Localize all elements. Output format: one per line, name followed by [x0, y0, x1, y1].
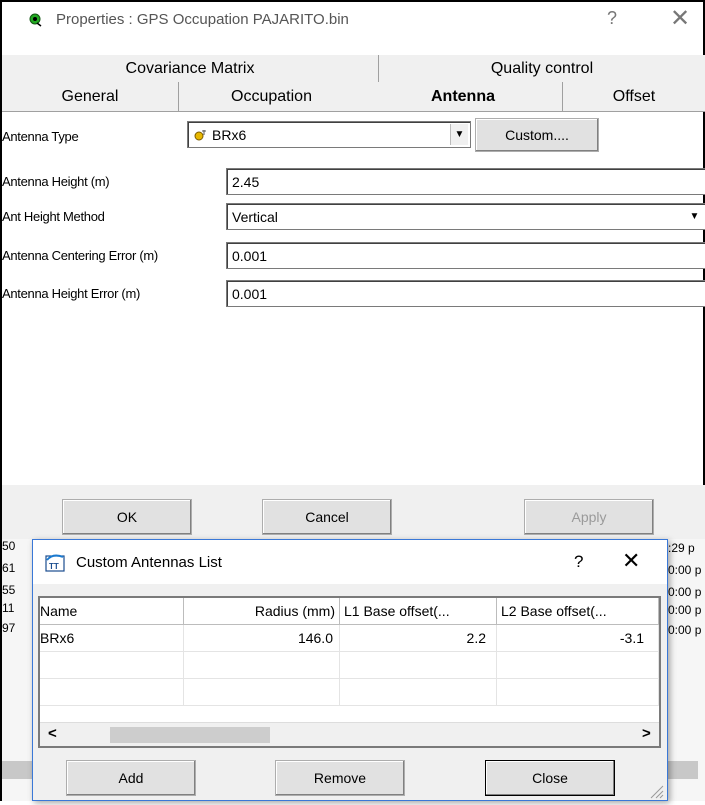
antenna-type-label: Antenna Type	[2, 129, 79, 144]
column-header-l1-offset[interactable]: L1 Base offset(...	[340, 598, 497, 625]
empty-cell	[497, 679, 659, 706]
tab-offset[interactable]: Offset	[562, 82, 705, 111]
gps-occupation-icon	[28, 13, 42, 27]
title-bar: Properties : GPS Occupation PAJARITO.bin…	[2, 2, 703, 38]
horizontal-scrollbar[interactable]: < >	[40, 722, 659, 746]
bg-fragment: 0:00 p	[668, 623, 702, 637]
chevron-down-icon[interactable]: ▼	[686, 206, 703, 227]
antenna-list-icon: TT	[45, 552, 65, 572]
bg-fragment: 0:00 p	[668, 585, 702, 599]
bg-scrollbar	[2, 761, 32, 779]
antenna-height-label: Antenna Height (m)	[2, 174, 110, 189]
bg-fragment: 97	[2, 621, 16, 635]
custom-dialog-title-bar: TT Custom Antennas List ? ✕	[33, 540, 667, 584]
window-title: Properties : GPS Occupation PAJARITO.bin	[56, 11, 349, 28]
close-button[interactable]: Close	[485, 760, 615, 796]
scrollbar-thumb[interactable]	[110, 727, 270, 743]
scroll-right-icon[interactable]: >	[642, 725, 651, 742]
background-window-right: :29 p 0:00 p 0:00 p 0:00 p 0:00 p	[668, 539, 705, 801]
cell-radius[interactable]: 146.0	[184, 625, 340, 652]
empty-cell	[40, 679, 184, 706]
empty-cell	[497, 652, 659, 679]
resize-grip-icon[interactable]	[647, 782, 665, 800]
custom-dialog-title: Custom Antennas List	[76, 554, 222, 571]
cancel-button[interactable]: Cancel	[262, 499, 392, 535]
add-button[interactable]: Add	[66, 760, 196, 796]
ant-height-method-label: Ant Height Method	[2, 209, 105, 224]
tab-general[interactable]: General	[2, 82, 178, 111]
custom-button[interactable]: Custom....	[475, 118, 599, 152]
scroll-left-icon[interactable]: <	[48, 725, 57, 742]
bg-fragment: :29 p	[668, 541, 695, 555]
svg-text:TT: TT	[49, 562, 59, 571]
dialog-button-bar: OK Cancel Apply	[2, 485, 705, 539]
chevron-down-icon[interactable]: ▼	[450, 124, 468, 145]
bg-fragment: 0:00 p	[668, 603, 702, 617]
cell-l2-offset[interactable]: -3.1	[497, 625, 659, 652]
help-button[interactable]: ?	[607, 8, 617, 29]
antenna-icon	[193, 128, 209, 142]
ant-height-method-select[interactable]: Vertical ▼	[226, 203, 705, 230]
tab-row-upper: Covariance Matrix Quality control	[2, 55, 705, 82]
height-error-input[interactable]: 0.001	[226, 280, 705, 307]
custom-dialog-help-button[interactable]: ?	[574, 552, 583, 572]
tab-quality-control[interactable]: Quality control	[378, 55, 705, 82]
cell-name[interactable]: BRx6	[40, 625, 184, 652]
apply-button[interactable]: Apply	[524, 499, 654, 535]
close-window-button[interactable]: ✕	[670, 4, 690, 33]
antennas-grid: Name Radius (mm) L1 Base offset(... L2 B…	[38, 596, 661, 748]
antenna-height-input[interactable]: 2.45	[226, 168, 705, 195]
column-header-name[interactable]: Name	[40, 598, 184, 625]
height-error-label: Antenna Height Error (m)	[2, 286, 141, 301]
bg-fragment: 50	[2, 539, 16, 553]
tab-antenna[interactable]: Antenna	[364, 82, 562, 111]
custom-antennas-dialog: TT Custom Antennas List ? ✕ Name Radius …	[32, 539, 668, 801]
antenna-type-select[interactable]: BRx6 ▼	[187, 121, 471, 148]
remove-button[interactable]: Remove	[275, 760, 405, 796]
ant-height-method-value: Vertical	[232, 208, 278, 225]
bg-fragment: 11	[2, 601, 15, 615]
custom-dialog-close-icon[interactable]: ✕	[622, 548, 640, 574]
tab-occupation[interactable]: Occupation	[178, 82, 364, 111]
cell-l1-offset[interactable]: 2.2	[340, 625, 497, 652]
tab-row-lower: General Occupation Antenna Offset	[2, 82, 705, 112]
background-window-left: 50 61 55 11 97	[2, 539, 32, 801]
bg-fragment: 0:00 p	[668, 563, 702, 577]
column-header-radius[interactable]: Radius (mm)	[184, 598, 340, 625]
centering-error-label: Antenna Centering Error (m)	[2, 248, 158, 263]
antenna-type-value: BRx6	[212, 126, 247, 143]
ok-button[interactable]: OK	[62, 499, 192, 535]
empty-cell	[40, 652, 184, 679]
empty-cell	[340, 679, 497, 706]
empty-cell	[340, 652, 497, 679]
bg-fragment: 55	[2, 583, 16, 597]
bg-fragment: 61	[2, 561, 16, 575]
column-header-l2-offset[interactable]: L2 Base offset(...	[497, 598, 659, 625]
empty-cell	[184, 679, 340, 706]
tab-covariance-matrix[interactable]: Covariance Matrix	[2, 55, 378, 82]
empty-cell	[184, 652, 340, 679]
centering-error-input[interactable]: 0.001	[226, 242, 705, 269]
bg-scrollbar	[668, 761, 698, 779]
